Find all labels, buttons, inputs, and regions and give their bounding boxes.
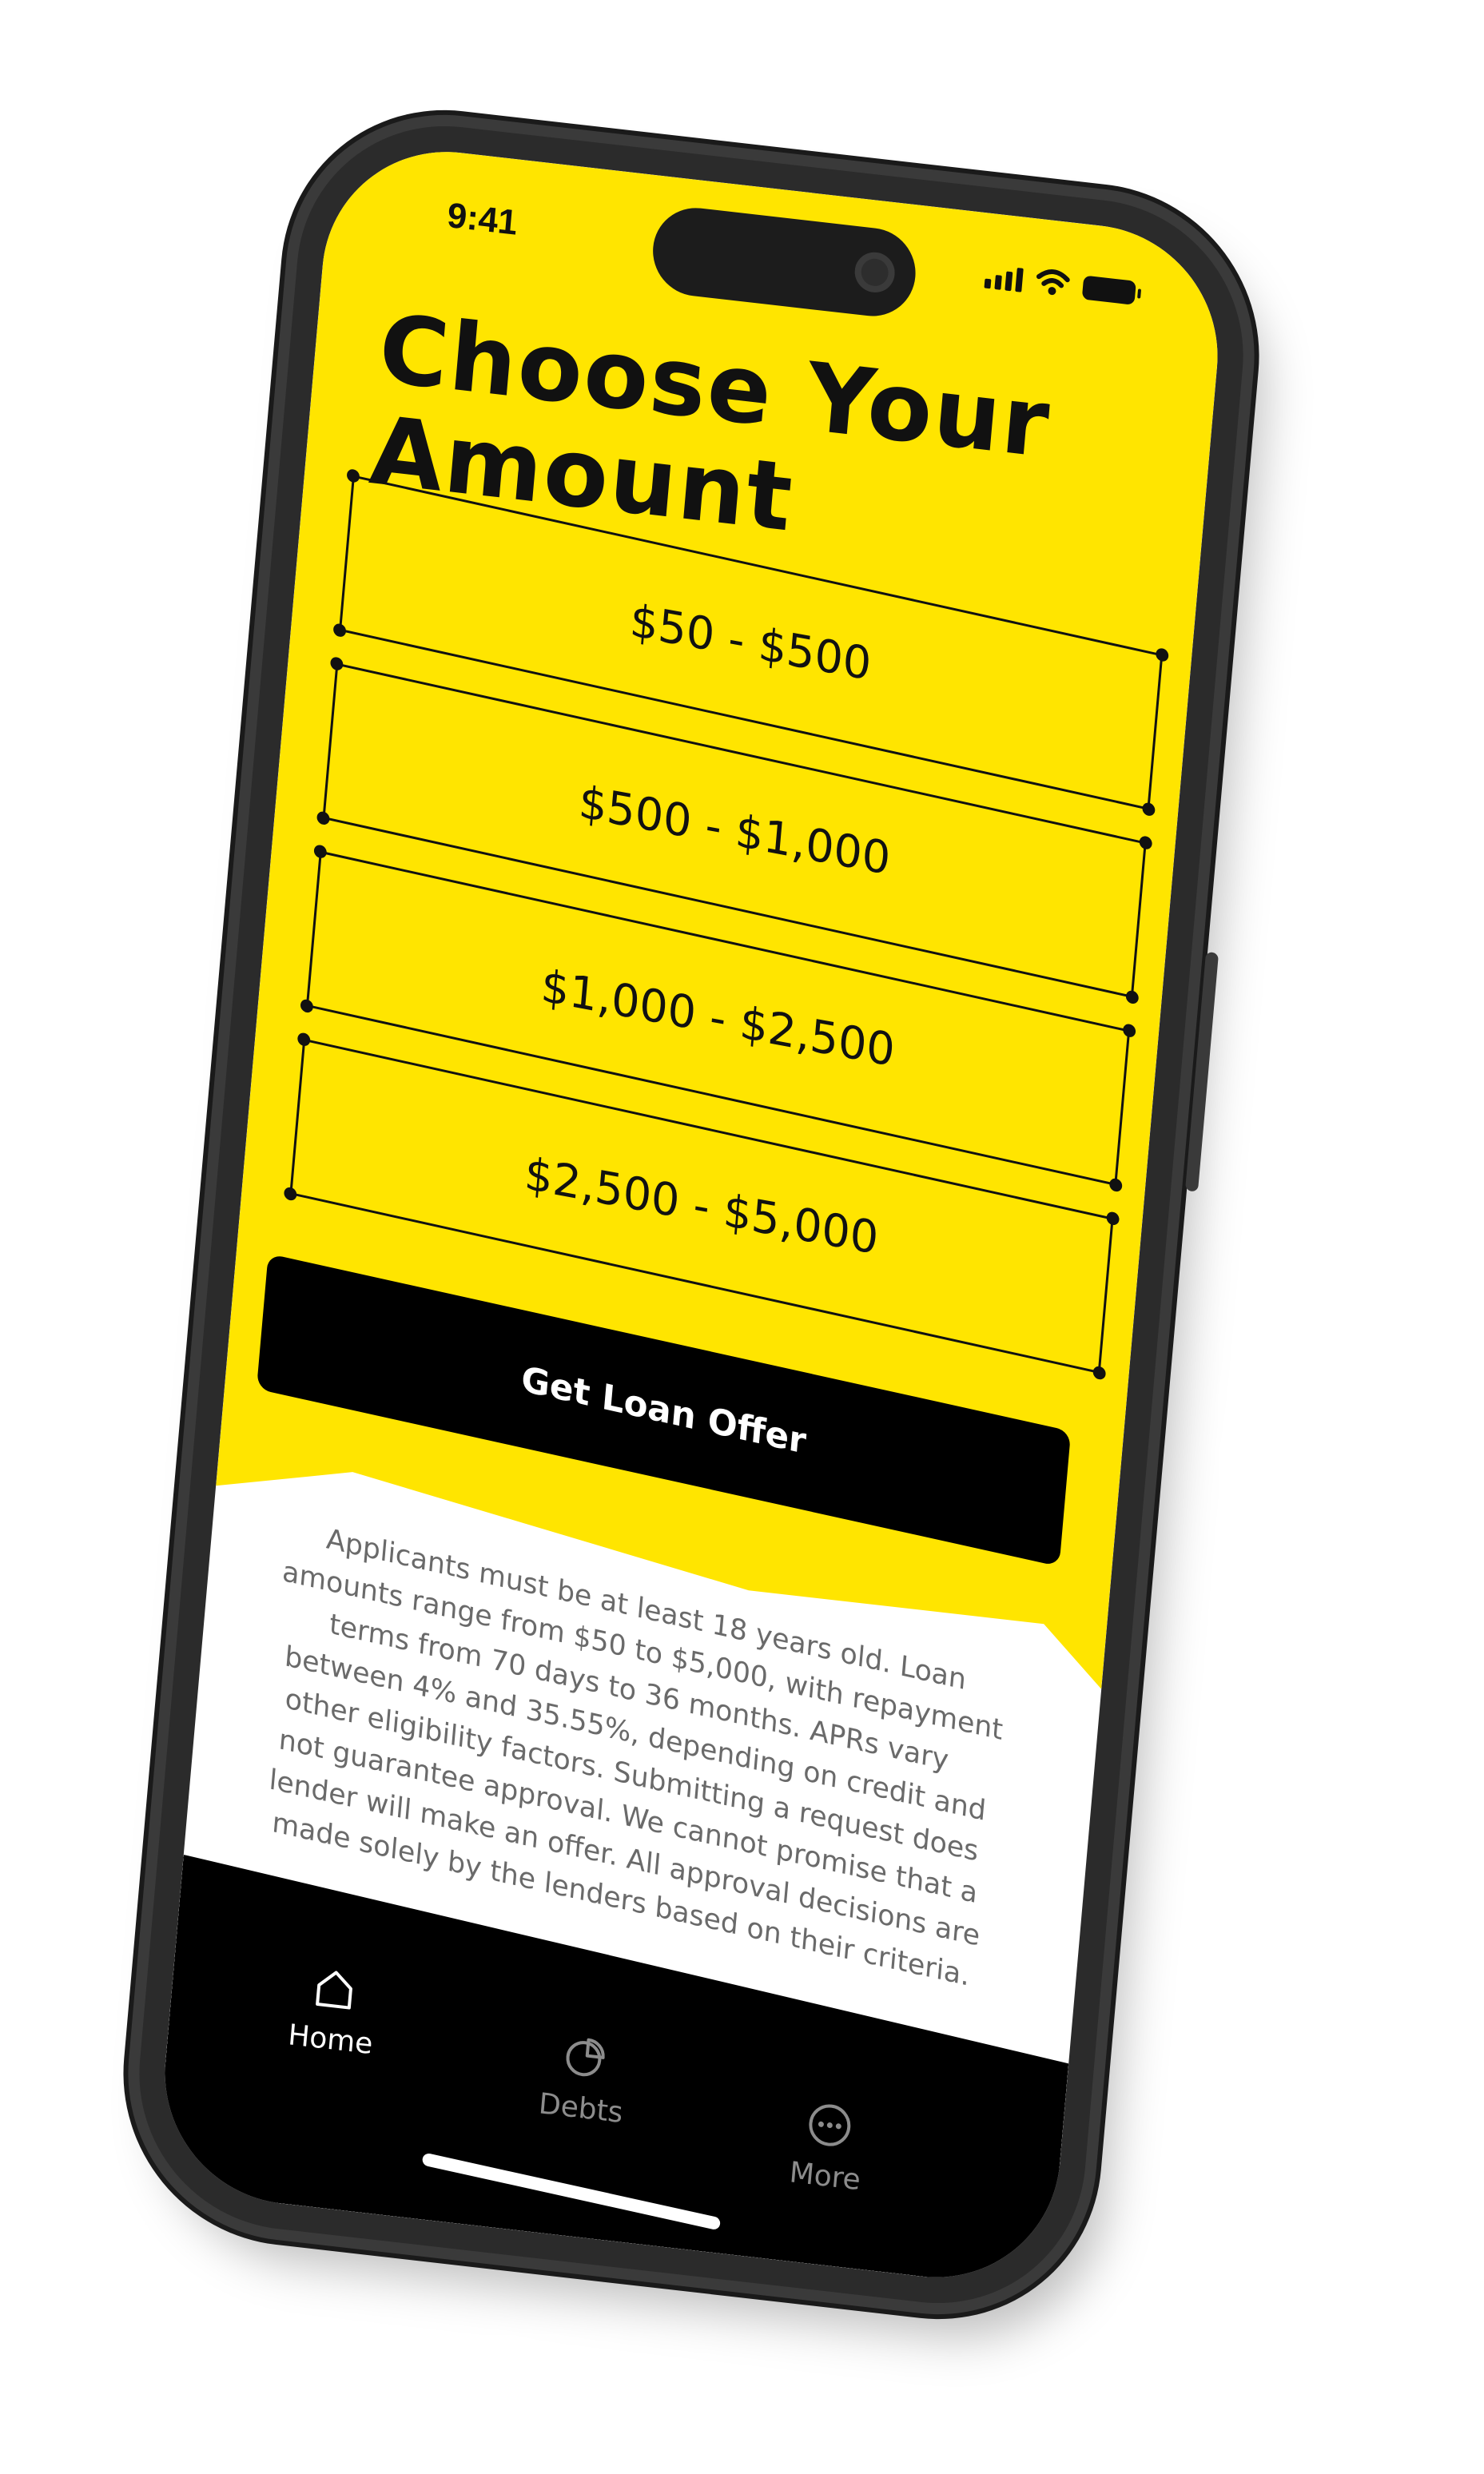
home-icon (307, 1960, 362, 2017)
tab-more[interactable]: More (788, 2096, 867, 2198)
phone-mockup: 9:41 Choose Your Amount $50 - $500 $500 … (126, 109, 1256, 2320)
amount-option-label: $500 - $1,000 (576, 775, 893, 885)
phone-screen: 9:41 Choose Your Amount $50 - $500 $500 … (154, 138, 1228, 2291)
amount-option-label: $1,000 - $2,500 (539, 959, 897, 1077)
tab-more-label: More (788, 2156, 862, 2198)
tab-debts[interactable]: Debts (538, 2027, 630, 2130)
status-icons (984, 261, 1136, 305)
amount-options: $50 - $500 $500 - $1,000 $1,000 - $2,500 (283, 467, 1169, 1381)
tab-debts-label: Debts (537, 2087, 625, 2130)
wifi-icon (1036, 269, 1070, 296)
cellular-signal-icon (984, 265, 1024, 292)
status-time: 9:41 (445, 195, 519, 243)
pie-chart-icon (558, 2029, 613, 2086)
home-indicator[interactable] (421, 2152, 721, 2230)
more-icon (802, 2097, 857, 2154)
canvas: 9:41 Choose Your Amount $50 - $500 $500 … (0, 0, 1484, 2474)
camera-icon (853, 250, 897, 295)
tab-home[interactable]: Home (287, 1958, 380, 2061)
tab-home-label: Home (286, 2019, 375, 2062)
side-button (1184, 951, 1219, 1192)
amount-option-label: $2,500 - $5,000 (523, 1148, 881, 1265)
battery-icon (1081, 275, 1136, 305)
amount-option-label: $50 - $500 (628, 594, 874, 691)
